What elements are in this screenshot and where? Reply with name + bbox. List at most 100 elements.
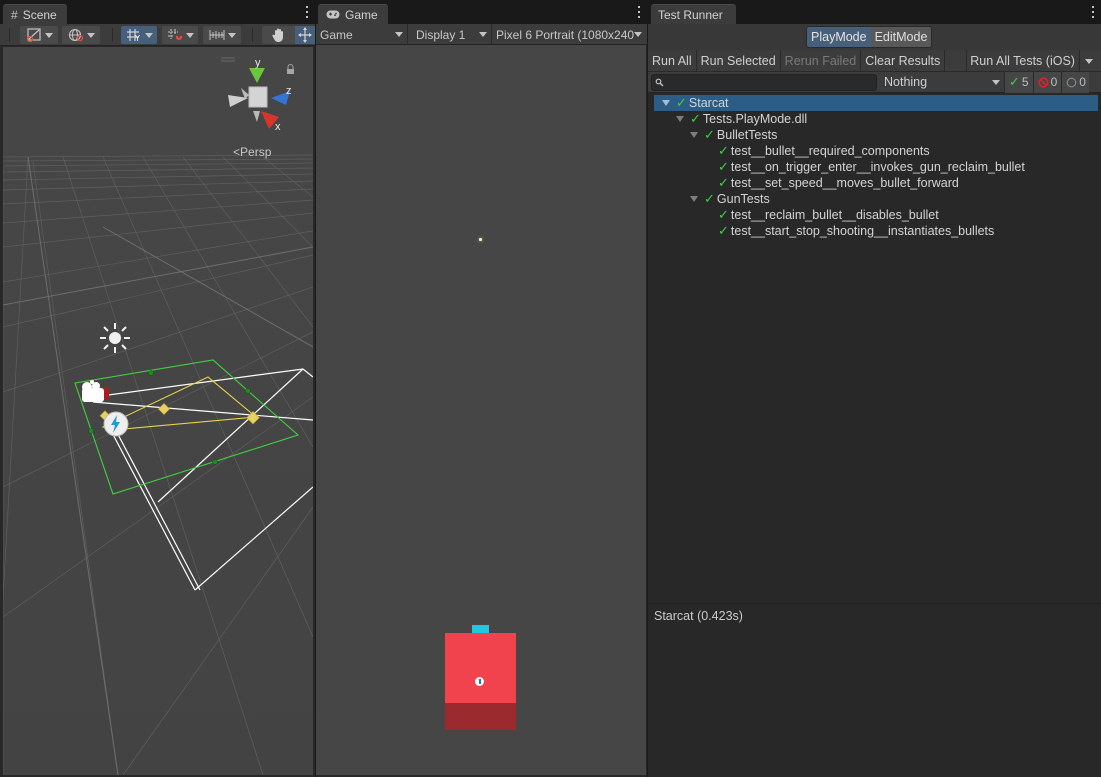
grid-icon: # — [11, 7, 18, 22]
expand-triangle-icon[interactable] — [690, 132, 698, 138]
game-panel-menu-icon[interactable] — [637, 6, 641, 18]
tree-row-assembly[interactable]: ✓ Tests.PlayMode.dll — [654, 111, 1098, 127]
passed-check-icon: ✓ — [718, 207, 729, 222]
expand-triangle-icon[interactable] — [676, 116, 684, 122]
passed-check-icon: ✓ — [718, 223, 729, 238]
category-filter-dropdown[interactable]: Nothing — [880, 72, 1004, 93]
resolution-dropdown[interactable]: Pixel 6 Portrait (1080x2400) — [492, 24, 646, 45]
tree-row-test[interactable]: ✓ test__reclaim_bullet__disables_bullet — [654, 207, 1098, 223]
rerun-failed-button[interactable]: Rerun Failed — [781, 50, 862, 72]
expand-triangle-icon[interactable] — [690, 196, 698, 202]
run-all-button[interactable]: Run All — [648, 50, 697, 72]
passed-check-icon: ✓ — [718, 159, 729, 174]
tree-row-label: test__on_trigger_enter__invokes_gun_recl… — [730, 160, 1025, 174]
increment-snap-icon — [167, 29, 182, 40]
display-dropdown[interactable]: Display 1 — [408, 24, 492, 45]
grid-snapping-toggle[interactable]: Y — [121, 26, 157, 44]
scene-tab-bar: # Scene — [0, 0, 315, 24]
gizmo-y-axis[interactable] — [249, 68, 265, 83]
passed-check-icon: ✓ — [718, 175, 729, 190]
runner-tab-bar: Test Runner — [648, 0, 1101, 24]
move-tool-button[interactable] — [295, 26, 315, 44]
passed-check-icon: ✓ — [718, 143, 729, 158]
chevron-down-icon — [1084, 58, 1093, 64]
test-runner-panel: Test Runner PlayMode EditMode Run All Ru… — [648, 0, 1101, 777]
chevron-down-icon — [185, 32, 194, 38]
svg-text:Y: Y — [134, 34, 140, 42]
not-run-icon — [1066, 77, 1077, 87]
tree-row-fixture[interactable]: ✓ BulletTests — [654, 127, 1098, 143]
draw-mode-dropdown[interactable] — [20, 26, 58, 44]
tree-row-label: test__start_stop_shooting__instantiates_… — [730, 224, 995, 238]
passed-filter-toggle[interactable]: ✓ 5 — [1004, 71, 1033, 93]
failed-filter-toggle[interactable]: 0 — [1032, 71, 1062, 93]
mode-selector: PlayMode EditMode — [806, 26, 933, 48]
hand-tool-button[interactable] — [262, 26, 295, 44]
scene-panel-menu-icon[interactable] — [305, 6, 309, 18]
ruler-icon — [209, 30, 224, 40]
tree-row-label: test__bullet__required_components — [730, 144, 930, 158]
chevron-down-icon — [144, 32, 153, 38]
failed-icon — [1037, 76, 1049, 88]
tree-row-fixture[interactable]: ✓ GunTests — [654, 191, 1098, 207]
passed-count: 5 — [1021, 75, 1029, 89]
tree-row-label: test__reclaim_bullet__disables_bullet — [730, 208, 939, 222]
tree-row-test[interactable]: ✓ test__start_stop_shooting__instantiate… — [654, 223, 1098, 239]
tree-row-test[interactable]: ✓ test__set_speed__moves_bullet_forward — [654, 175, 1098, 191]
chevron-down-icon — [992, 79, 1000, 85]
playmode-tab[interactable]: PlayMode — [807, 27, 871, 47]
hand-icon — [271, 28, 283, 42]
test-search-field[interactable] — [651, 73, 877, 91]
tree-row-label: Starcat — [688, 96, 729, 110]
ruler-dropdown[interactable] — [203, 26, 241, 44]
grid-snapping-icon: Y — [126, 29, 140, 42]
editmode-tab[interactable]: EditMode — [870, 27, 932, 47]
game-view-dropdown[interactable]: Game — [316, 24, 408, 45]
search-input[interactable] — [666, 74, 874, 90]
projection-label: Persp — [240, 145, 272, 159]
chevron-down-icon — [227, 32, 236, 38]
passed-check-icon: ✓ — [704, 191, 715, 206]
dropdown-value: Game — [320, 27, 353, 42]
passed-check-icon: ✓ — [704, 127, 715, 142]
tab-test-runner[interactable]: Test Runner — [651, 4, 736, 24]
tab-game[interactable]: Game — [318, 4, 388, 24]
tab-scene[interactable]: # Scene — [3, 4, 67, 24]
toolbar-spacer — [945, 50, 968, 72]
tree-row-test[interactable]: ✓ test__on_trigger_enter__invokes_gun_re… — [654, 159, 1098, 175]
passed-check-icon: ✓ — [690, 111, 701, 126]
run-selected-button[interactable]: Run Selected — [697, 50, 781, 72]
increment-snap-dropdown[interactable] — [162, 26, 198, 44]
perspective-icon: < — [233, 145, 241, 159]
orientation-gizmo[interactable] — [213, 55, 313, 145]
tree-row-starcat[interactable]: ✓ Starcat — [654, 95, 1098, 111]
run-all-tests-platform-button[interactable]: Run All Tests (iOS) — [967, 50, 1080, 72]
game-viewport[interactable] — [316, 45, 646, 775]
particle-system-icon[interactable] — [102, 410, 130, 438]
globe-dropdown[interactable] — [62, 26, 100, 44]
tab-label: Scene — [22, 7, 57, 22]
globe-icon — [68, 28, 83, 42]
game-panel: Game Game Display 1 Pixel 6 Portrait (10… — [316, 0, 647, 777]
runner-panel-menu-icon[interactable] — [1091, 6, 1095, 18]
scene-viewport[interactable]: y z x <Persp — [3, 47, 313, 775]
test-tree: ✓ Starcat ✓ Tests.PlayMode.dll ✓ BulletT… — [648, 93, 1101, 603]
draw-mode-icon — [26, 28, 41, 42]
dropdown-value: Pixel 6 Portrait (1080x2400) — [496, 27, 634, 42]
projection-toggle[interactable]: <Persp — [233, 145, 271, 159]
clear-results-button[interactable]: Clear Results — [861, 50, 946, 72]
player-ship — [444, 625, 518, 731]
platform-dropdown[interactable] — [1080, 50, 1098, 72]
tree-row-test[interactable]: ✓ test__bullet__required_components — [654, 143, 1098, 159]
failed-count: 0 — [1050, 75, 1058, 89]
gamepad-icon — [326, 10, 340, 19]
tree-row-label: test__set_speed__moves_bullet_forward — [730, 176, 959, 190]
player-base — [445, 703, 516, 730]
skipped-filter-toggle[interactable]: 0 — [1061, 71, 1089, 93]
player-marker-icon — [475, 677, 484, 686]
scene-toolbar: Y — [0, 24, 315, 46]
directional-light-icon[interactable] — [99, 322, 131, 354]
camera-icon[interactable] — [78, 379, 112, 407]
game-tab-bar: Game — [316, 0, 647, 24]
expand-triangle-icon[interactable] — [662, 100, 670, 106]
